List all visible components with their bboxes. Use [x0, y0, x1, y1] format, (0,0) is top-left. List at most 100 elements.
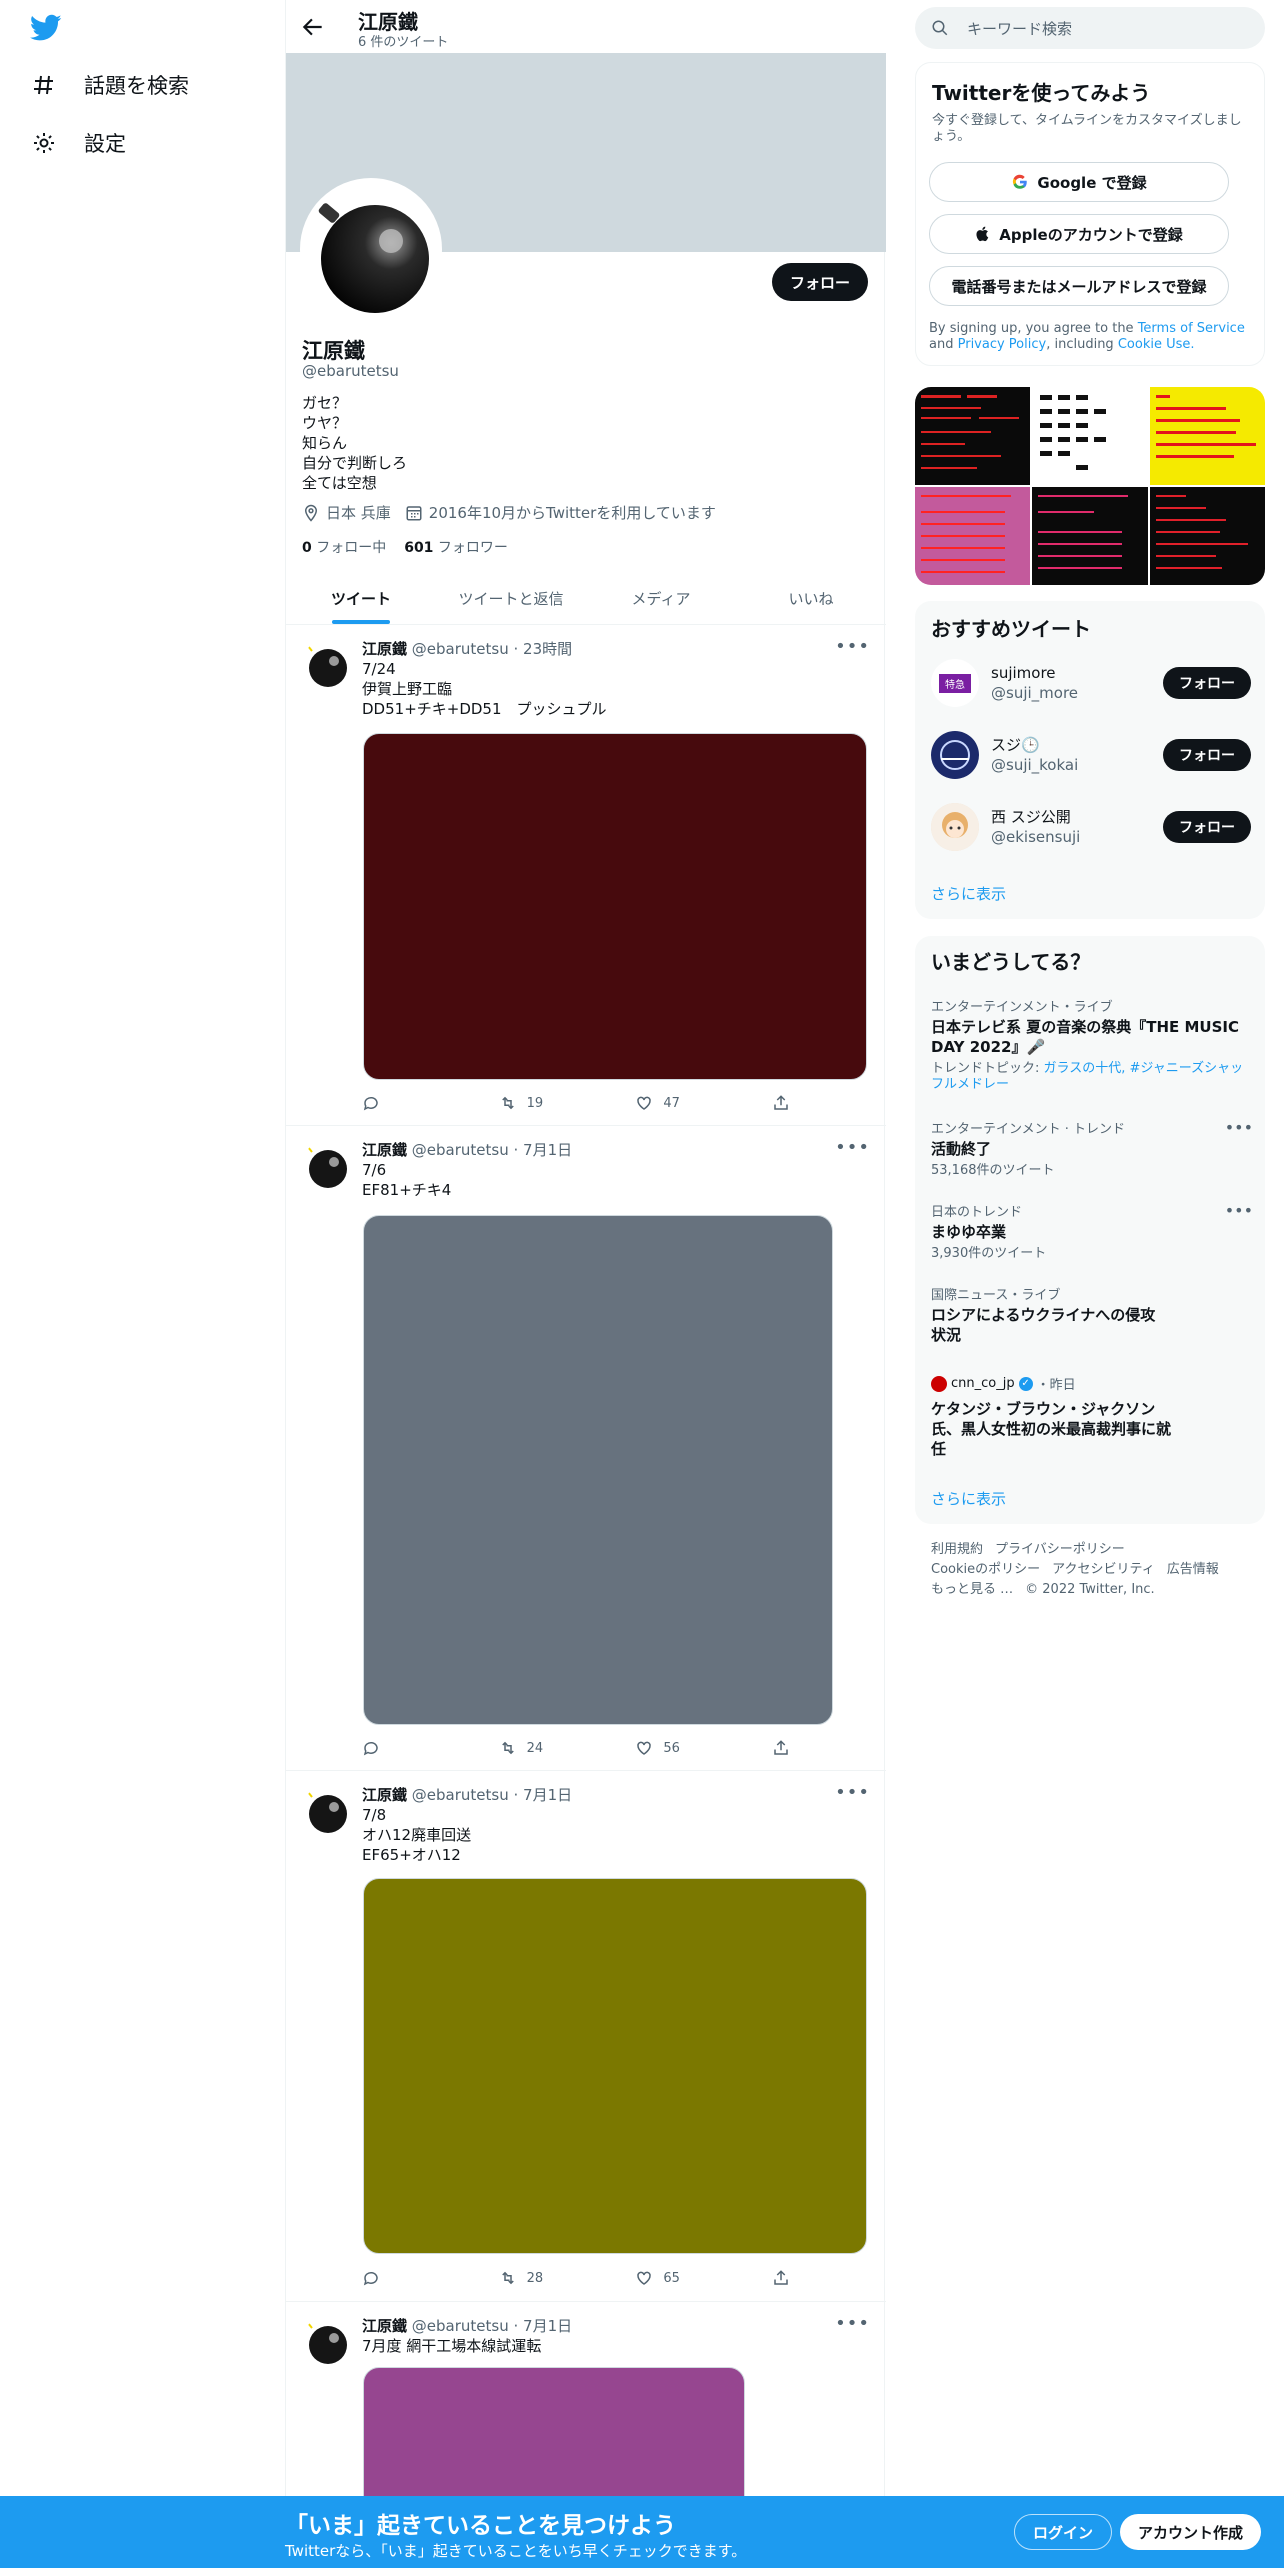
media-thumb[interactable]	[1149, 487, 1265, 585]
like-button[interactable]: 65	[635, 2269, 735, 2287]
tweet-header: 江原鐵 @ebarutetsu · 7月1日	[362, 1141, 573, 1159]
apple-signup-button[interactable]: Appleのアカウントで登録	[929, 214, 1229, 254]
footer-link[interactable]: アクセシビリティ	[1052, 1562, 1155, 1577]
share-button[interactable]	[772, 1739, 792, 1757]
news-item[interactable]: cnn_co_jp ✓ ・昨日 ケタンジ・ブラウン・ジャクソン氏、黒人女性初の米…	[931, 1374, 1171, 1459]
login-button[interactable]: ログイン	[1014, 2514, 1113, 2550]
like-button[interactable]: 47	[635, 1094, 735, 1112]
more-icon[interactable]: •••	[835, 1137, 870, 1158]
follow-button[interactable]: フォロー	[771, 263, 868, 301]
search-input[interactable]: キーワード検索	[967, 18, 1072, 39]
media-thumb[interactable]	[915, 387, 1031, 485]
footer-link[interactable]: 利用規約	[931, 1542, 983, 1557]
tweet-time[interactable]: 7月1日	[523, 1141, 572, 1159]
media-thumb[interactable]	[915, 487, 1031, 585]
terms-prefix: By signing up, you agree to the	[929, 321, 1134, 336]
gear-icon	[30, 129, 58, 157]
tweet[interactable]: 江原鐵 @ebarutetsu · 7月1日 ••• 7/8 オハ12廃車回送 …	[286, 1772, 886, 2302]
followers-link[interactable]: 601 フォロワー	[404, 537, 508, 557]
trend-item[interactable]: エンターテインメント・ライブ 日本テレビ系 夏の音楽の祭典『THE MUSIC …	[931, 996, 1251, 1093]
tweet-avatar[interactable]	[302, 1786, 350, 1834]
tweet-handle: @ebarutetsu	[411, 2317, 509, 2335]
reply-button[interactable]	[362, 2269, 462, 2287]
terms-link[interactable]: Terms of Service	[1138, 321, 1245, 336]
search-box[interactable]: キーワード検索	[915, 7, 1265, 49]
recommended-account[interactable]: 西 スジ公開 @ekisensuji フォロー	[931, 803, 1251, 851]
tweet-header: 江原鐵 @ebarutetsu · 7月1日	[362, 2317, 573, 2335]
show-more-trends-link[interactable]: さらに表示	[931, 1488, 1006, 1509]
trend-item[interactable]: エンターテインメント · トレンド 活動終了 53,168件のツイート •••	[931, 1118, 1253, 1179]
tab-tweets[interactable]: ツイート	[286, 572, 436, 624]
phone-email-signup-button[interactable]: 電話番号またはメールアドレスで登録	[929, 266, 1229, 306]
back-arrow-icon[interactable]	[300, 14, 326, 40]
trend-count: 3,930件のツイート	[931, 1246, 1047, 1261]
tab-media[interactable]: メディア	[586, 572, 736, 624]
reply-button[interactable]	[362, 1094, 462, 1112]
profile-avatar[interactable]	[300, 178, 442, 320]
footer-link[interactable]: もっと見る …	[931, 1582, 1013, 1597]
recommended-account[interactable]: 特急 sujimore @suji_more フォロー	[931, 659, 1251, 707]
trend-topics: トレンドトピック: ガラスの十代, #ジャニーズシャッフルメドレー	[931, 1061, 1251, 1093]
media-grid[interactable]	[915, 387, 1265, 585]
trend-item[interactable]: 日本のトレンド まゆゆ卒業 3,930件のツイート •••	[931, 1201, 1253, 1262]
tweet-media[interactable]	[363, 1215, 833, 1725]
like-button[interactable]: 56	[635, 1739, 735, 1757]
recommended-avatar: 特急	[931, 659, 979, 707]
recommended-card: おすすめツイート 特急 sujimore @suji_more フォロー スジ🕒…	[915, 601, 1265, 919]
tweet-time[interactable]: 7月1日	[523, 2317, 572, 2335]
privacy-link[interactable]: Privacy Policy	[958, 337, 1047, 352]
share-button[interactable]	[772, 2269, 792, 2287]
follow-button[interactable]: フォロー	[1163, 667, 1251, 699]
tab-tweets-replies[interactable]: ツイートと返信	[436, 572, 586, 624]
tweet-avatar[interactable]	[302, 1141, 350, 1189]
follow-button[interactable]: フォロー	[1163, 811, 1251, 843]
footer-link[interactable]: Cookieのポリシー	[931, 1562, 1040, 1577]
more-icon[interactable]: •••	[835, 636, 870, 657]
bio-line: 知らん	[302, 434, 348, 452]
share-button[interactable]	[772, 1094, 792, 1112]
recommended-account[interactable]: スジ🕒 @suji_kokai フォロー	[931, 731, 1251, 779]
news-source: cnn_co_jp	[951, 1376, 1015, 1391]
media-thumb[interactable]	[1032, 487, 1148, 585]
signup-button[interactable]: アカウント作成	[1120, 2514, 1262, 2550]
trend-item[interactable]: 国際ニュース・ライブ ロシアによるウクライナへの侵攻状況	[931, 1284, 1161, 1345]
more-icon[interactable]: •••	[835, 2313, 870, 2334]
recommended-name-block: sujimore @suji_more	[991, 663, 1163, 703]
retweet-icon	[501, 1096, 514, 1110]
media-thumb[interactable]	[1032, 387, 1148, 485]
more-icon[interactable]: •••	[835, 1782, 870, 1803]
media-thumb[interactable]	[1149, 387, 1265, 485]
nav-settings[interactable]: 設定	[30, 128, 126, 158]
tweet-avatar[interactable]	[302, 2317, 350, 2365]
more-icon[interactable]: •••	[1225, 1201, 1253, 1220]
tweet-time[interactable]: 23時間	[523, 640, 572, 658]
tweet-time[interactable]: 7月1日	[523, 1786, 572, 1804]
bottom-signup-bar: 「いま」起きていることを見つけよう Twitterなら、「いま」起きていることを…	[0, 2496, 1284, 2568]
retweet-button[interactable]: 19	[499, 1094, 599, 1112]
footer-link[interactable]: 広告情報	[1167, 1562, 1219, 1577]
tweet[interactable]: 江原鐵 @ebarutetsu · 7月1日 ••• 7/6 EF81+チキ4 …	[286, 1127, 886, 1771]
bomb-avatar-icon	[307, 1791, 347, 1833]
following-link[interactable]: 0 フォロー中	[302, 537, 386, 557]
reply-button[interactable]	[362, 1739, 462, 1757]
google-signup-button[interactable]: Google で登録	[929, 162, 1229, 202]
tweet-media[interactable]	[363, 733, 867, 1080]
recommended-name: スジ🕒	[991, 736, 1040, 754]
signup-title: Twitterを使ってみよう	[932, 81, 1151, 105]
tweet-media[interactable]	[363, 1878, 867, 2254]
tweet-text: 7/6 EF81+チキ4	[362, 1161, 452, 1199]
retweet-button[interactable]: 28	[499, 2269, 599, 2287]
show-more-link[interactable]: さらに表示	[931, 883, 1006, 904]
retweet-button[interactable]: 24	[499, 1739, 599, 1757]
footer-link[interactable]: プライバシーポリシー	[995, 1542, 1125, 1557]
twitter-logo-icon[interactable]	[29, 14, 70, 50]
profile-tabs: ツイート ツイートと返信 メディア いいね	[286, 572, 886, 625]
tab-likes[interactable]: いいね	[736, 572, 886, 624]
tweet-avatar[interactable]	[302, 640, 350, 688]
tweet[interactable]: 江原鐵 @ebarutetsu · 23時間 ••• 7/24 伊賀上野工臨 D…	[286, 626, 886, 1126]
follow-button[interactable]: フォロー	[1163, 739, 1251, 771]
trend-category: 日本のトレンド	[931, 1205, 1023, 1220]
more-icon[interactable]: •••	[1225, 1118, 1253, 1137]
nav-explore[interactable]: 話題を検索	[30, 70, 189, 100]
cookie-link[interactable]: Cookie Use.	[1118, 337, 1195, 352]
